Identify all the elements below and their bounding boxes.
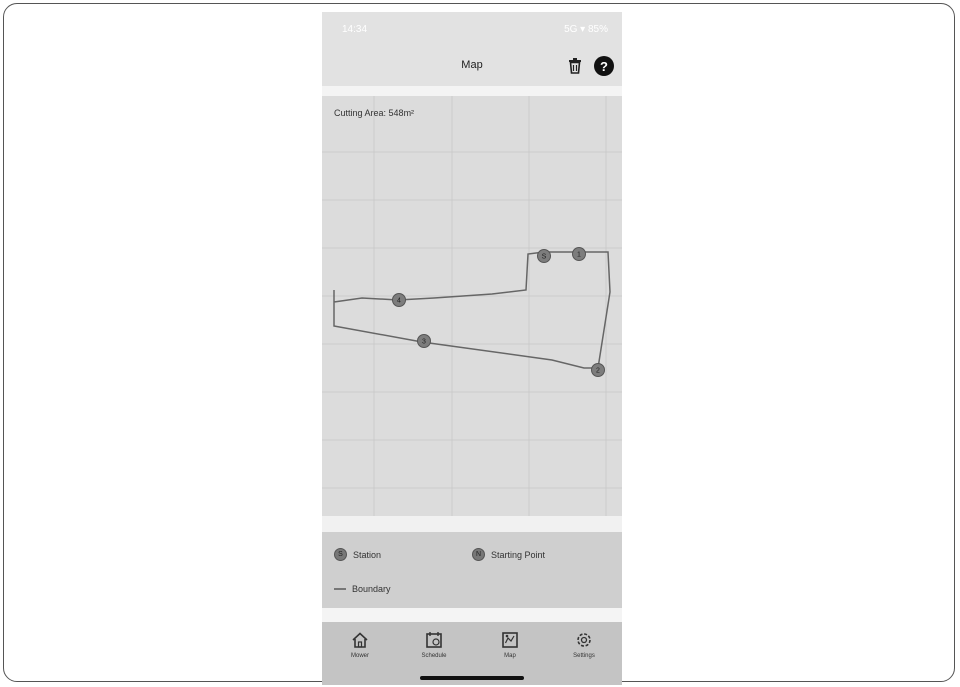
status-time: 14:34 [342,24,368,35]
point-marker-4[interactable]: 4 [392,293,406,307]
home-icon [352,632,368,648]
phone-screen: 14:34 5G ▾ 85% Map ? S 1 2 3 4 Cutting A… [322,12,622,685]
legend-starting-point: N Starting Point [472,548,545,561]
tab-settings-label: Settings [573,653,595,659]
cutting-area-value: 548m² [388,108,415,118]
legend-starting-point-label: Starting Point [491,549,546,560]
tab-schedule[interactable]: Schedule [404,630,464,659]
tab-schedule-label: Schedule [421,653,447,659]
divider [322,516,622,532]
point-marker-3-label: 3 [422,339,426,346]
station-icon: S [334,548,347,561]
tab-mower-label: Mower [350,653,369,659]
map-grid: S 1 2 3 4 [322,96,622,516]
trash-icon[interactable] [566,57,584,75]
boundary-line-icon [334,588,346,590]
map-icon [502,632,518,648]
boundary-line [333,251,611,369]
point-marker-1[interactable]: 1 [572,247,586,261]
legend-boundary: Boundary [334,584,391,594]
point-marker-2[interactable]: 2 [591,363,605,377]
cutting-area-readout: Cutting Area: 548m² [334,108,414,118]
divider [322,608,622,622]
status-bar: 14:34 5G ▾ 85% [322,12,622,46]
home-indicator[interactable] [420,676,524,680]
legend-station-label: Station [353,549,382,560]
nav-bar: Map ? [322,46,622,86]
calendar-icon [426,632,442,648]
legend-boundary-label: Boundary [352,584,391,594]
tab-map[interactable]: Map [480,630,540,659]
map-legend: S Station N Starting Point Boundary [322,532,622,608]
tab-settings[interactable]: Settings [554,630,614,659]
map-canvas[interactable]: S 1 2 3 4 Cutting Area: 548m² [322,96,622,516]
status-indicators: 5G ▾ 85% [564,24,608,35]
starting-point-icon: N [472,548,485,561]
point-marker-1-label: 1 [577,252,581,259]
point-marker-2-label: 2 [596,368,600,375]
point-marker-4-label: 4 [397,298,401,305]
tab-mower[interactable]: Mower [330,630,390,659]
cutting-area-label: Cutting Area: [334,108,387,118]
legend-station: S Station [334,548,381,561]
help-icon[interactable]: ? [594,56,614,76]
station-marker[interactable]: S [537,249,551,263]
gear-icon [577,633,591,647]
divider [322,86,622,96]
point-marker-3[interactable]: 3 [417,334,431,348]
tab-map-label: Map [504,653,516,659]
station-marker-label: S [542,254,547,261]
